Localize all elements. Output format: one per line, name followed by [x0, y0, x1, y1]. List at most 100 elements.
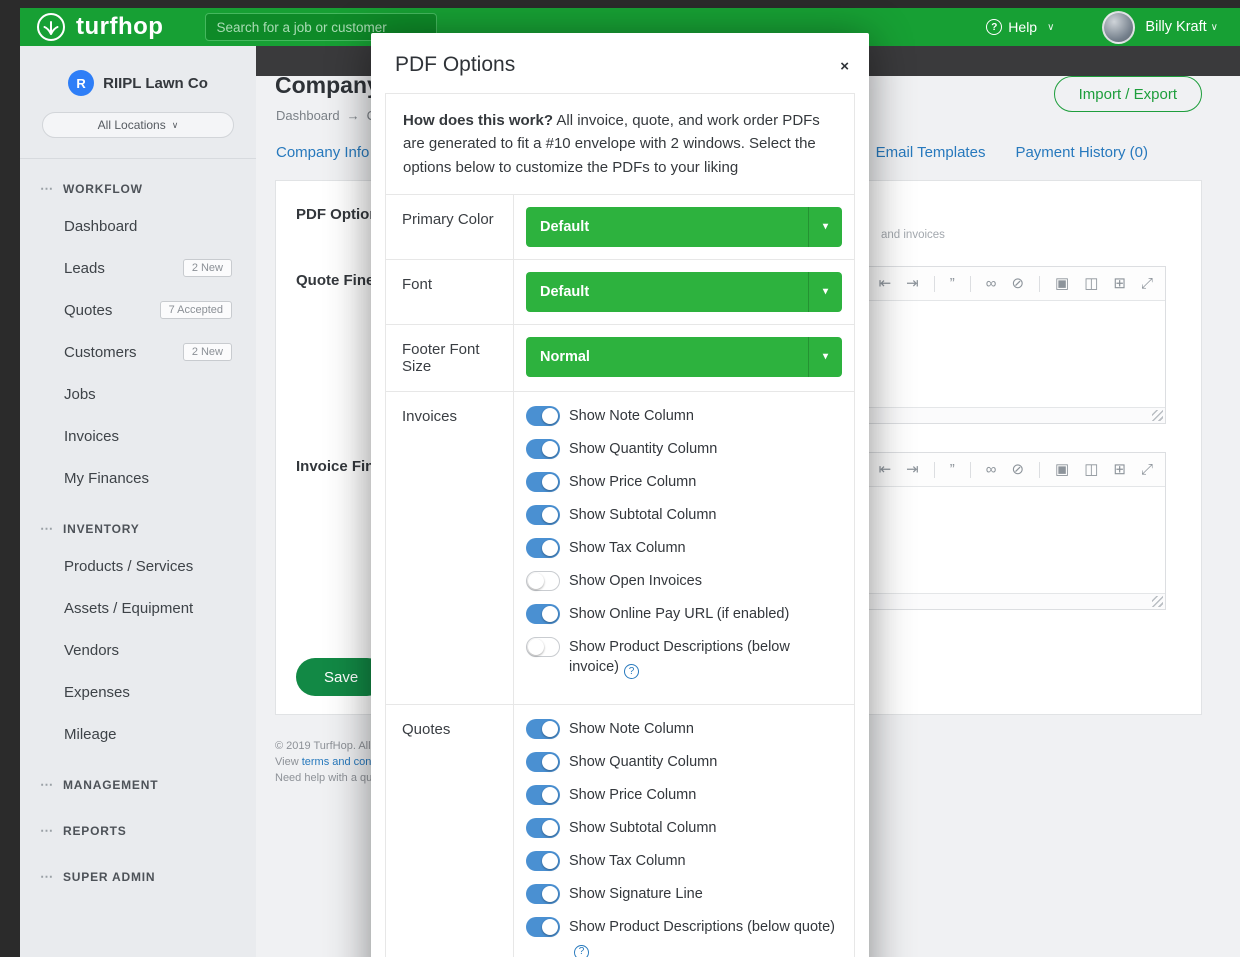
- help-menu[interactable]: ? Help ∨: [986, 19, 1054, 35]
- image-icon[interactable]: ▣: [1055, 462, 1069, 477]
- toggle-label: Show Quantity Column: [569, 752, 717, 772]
- sidebar-item-my-finances[interactable]: My Finances: [20, 457, 256, 499]
- toggle-label: Show Subtotal Column: [569, 505, 717, 525]
- sidebar-item-label: Jobs: [64, 386, 96, 403]
- toggle-show-price-column[interactable]: [526, 785, 560, 805]
- sidebar-section-management[interactable]: ⋯MANAGEMENT: [20, 755, 256, 801]
- toggle-label: Show Tax Column: [569, 538, 686, 558]
- toggle-knob: [542, 754, 558, 770]
- resize-handle-icon[interactable]: [1152, 410, 1163, 421]
- sidebar-item-label: Invoices: [64, 428, 119, 445]
- outdent-icon[interactable]: ⇤: [879, 276, 892, 291]
- toggle-row: Show Signature Line: [526, 884, 842, 904]
- company-switcher[interactable]: R RIIPL Lawn Co: [20, 70, 256, 96]
- toggle-show-note-column[interactable]: [526, 719, 560, 739]
- tab-email-templates[interactable]: Email Templates: [876, 144, 986, 161]
- sidebar-section-reports[interactable]: ⋯REPORTS: [20, 801, 256, 847]
- primary-color-select[interactable]: Default▾: [526, 207, 842, 247]
- sidebar-item-dashboard[interactable]: Dashboard: [20, 205, 256, 247]
- caret-down-icon: ▾: [808, 272, 842, 312]
- indent-icon[interactable]: ⇥: [906, 276, 919, 291]
- quote-icon[interactable]: ”: [950, 462, 955, 477]
- import-export-button[interactable]: Import / Export: [1054, 76, 1202, 112]
- toggle-show-signature-line[interactable]: [526, 884, 560, 904]
- user-name[interactable]: Billy Kraft: [1145, 19, 1206, 35]
- quote-icon[interactable]: ”: [950, 276, 955, 291]
- sidebar-item-mileage[interactable]: Mileage: [20, 713, 256, 755]
- chevron-down-icon: ∨: [1047, 22, 1054, 33]
- sidebar-item-vendors[interactable]: Vendors: [20, 629, 256, 671]
- video-icon[interactable]: ◫: [1084, 462, 1098, 477]
- help-icon[interactable]: ?: [624, 664, 639, 679]
- footer-font-size-select[interactable]: Normal ▾: [526, 337, 842, 377]
- modal-row-control: Show Note Column Show Quantity Column Show…: [514, 705, 854, 957]
- toggle-show-subtotal-column[interactable]: [526, 818, 560, 838]
- toolbar-divider: [970, 276, 971, 292]
- font-select[interactable]: Default▾: [526, 272, 842, 312]
- sidebar-item-products-services[interactable]: Products / Services: [20, 545, 256, 587]
- pdf-options-modal: PDF Options × How does this work? All in…: [371, 33, 869, 957]
- sidebar-section-inventory[interactable]: ⋯INVENTORY: [20, 499, 256, 545]
- pdf-options-hint: and invoices: [881, 229, 945, 241]
- modal-row-font: FontDefault▾: [386, 259, 854, 324]
- sidebar-item-label: Customers: [64, 344, 137, 361]
- unlink-icon[interactable]: ⊘: [1011, 276, 1024, 291]
- sidebar-item-label: Expenses: [64, 684, 130, 701]
- toggle-show-online-pay-url-if-enabled[interactable]: [526, 604, 560, 624]
- modal-body: How does this work? All invoice, quote, …: [385, 93, 855, 957]
- outdent-icon[interactable]: ⇤: [879, 462, 892, 477]
- table-icon[interactable]: ⊞: [1113, 276, 1126, 291]
- link-icon[interactable]: ∞: [986, 462, 997, 477]
- toggle-show-open-invoices[interactable]: [526, 571, 560, 591]
- sidebar-section-super-admin[interactable]: ⋯SUPER ADMIN: [20, 847, 256, 893]
- table-icon[interactable]: ⊞: [1113, 462, 1126, 477]
- link-icon[interactable]: ∞: [986, 276, 997, 291]
- sidebar-item-leads[interactable]: Leads2 New: [20, 247, 256, 289]
- terms-prefix: View: [275, 756, 302, 768]
- toggle-show-price-column[interactable]: [526, 472, 560, 492]
- toggle-label: Show Note Column: [569, 719, 694, 739]
- indent-icon[interactable]: ⇥: [906, 462, 919, 477]
- toggle-show-tax-column[interactable]: [526, 538, 560, 558]
- toggle-show-product-descriptions-below-quote[interactable]: [526, 917, 560, 937]
- resize-handle-icon[interactable]: [1152, 596, 1163, 607]
- breadcrumb-home[interactable]: Dashboard: [276, 108, 340, 123]
- sidebar-item-assets-equipment[interactable]: Assets / Equipment: [20, 587, 256, 629]
- toggle-row: Show Subtotal Column: [526, 818, 842, 838]
- tab-company-info[interactable]: Company Info: [276, 144, 369, 161]
- toggle-show-quantity-column[interactable]: [526, 752, 560, 772]
- all-locations-dropdown[interactable]: All Locations ∨: [42, 112, 234, 138]
- dashes-icon: ⋯: [40, 869, 54, 885]
- toggle-knob: [542, 474, 558, 490]
- image-icon[interactable]: ▣: [1055, 276, 1069, 291]
- toggle-show-subtotal-column[interactable]: [526, 505, 560, 525]
- sidebar-item-expenses[interactable]: Expenses: [20, 671, 256, 713]
- close-icon[interactable]: ×: [840, 59, 849, 74]
- video-icon[interactable]: ◫: [1084, 276, 1098, 291]
- tab-payment-history-0[interactable]: Payment History (0): [1015, 144, 1148, 161]
- fullscreen-icon[interactable]: ⤢: [1141, 276, 1153, 291]
- toggle-label: Show Price Column: [569, 472, 696, 492]
- sidebar-item-invoices[interactable]: Invoices: [20, 415, 256, 457]
- modal-row-label: Quotes: [386, 705, 514, 957]
- sidebar-item-jobs[interactable]: Jobs: [20, 373, 256, 415]
- sidebar-item-customers[interactable]: Customers2 New: [20, 331, 256, 373]
- toggle-show-quantity-column[interactable]: [526, 439, 560, 459]
- turfhop-logo-icon: [36, 12, 66, 42]
- caret-down-icon: ▾: [808, 337, 842, 377]
- toggle-show-note-column[interactable]: [526, 406, 560, 426]
- sidebar-section-label: MANAGEMENT: [63, 778, 158, 792]
- fullscreen-icon[interactable]: ⤢: [1141, 462, 1153, 477]
- help-icon[interactable]: ?: [574, 945, 589, 957]
- turfhop-logo[interactable]: turfhop: [36, 12, 163, 42]
- toggle-show-product-descriptions-below-invoice[interactable]: [526, 637, 560, 657]
- avatar[interactable]: [1102, 11, 1135, 44]
- caret-down-icon: ▾: [808, 207, 842, 247]
- sidebar-item-quotes[interactable]: Quotes7 Accepted: [20, 289, 256, 331]
- sidebar-item-label: My Finances: [64, 470, 149, 487]
- sidebar-section-workflow[interactable]: ⋯WORKFLOW: [20, 159, 256, 205]
- select-value: Normal: [540, 349, 590, 365]
- chevron-down-icon: ∨: [1211, 22, 1218, 33]
- unlink-icon[interactable]: ⊘: [1011, 462, 1024, 477]
- toggle-show-tax-column[interactable]: [526, 851, 560, 871]
